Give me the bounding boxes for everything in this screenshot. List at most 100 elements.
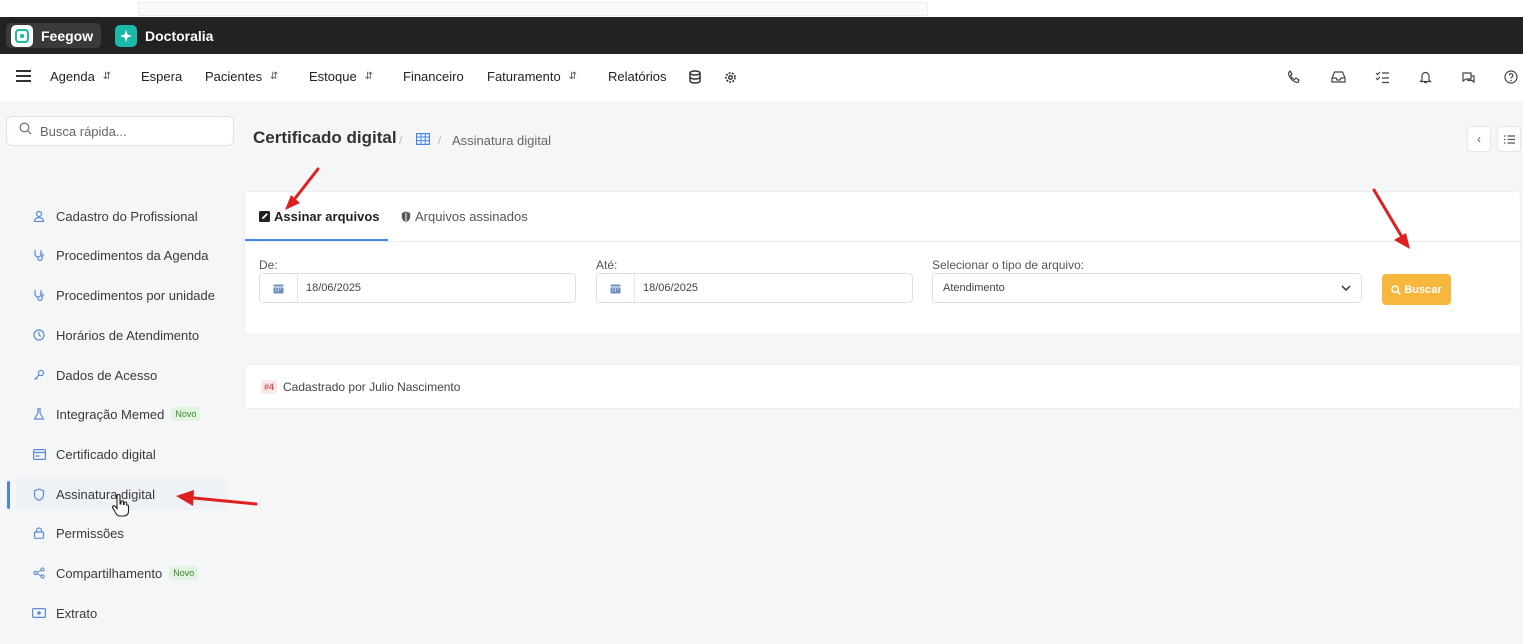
- sidebar-item-integracao-memed[interactable]: Integração Memed Novo: [16, 398, 228, 430]
- sidebar-item-dados-acesso[interactable]: Dados de Acesso: [16, 359, 228, 391]
- search-button[interactable]: Buscar: [1382, 274, 1451, 305]
- page-title: Certificado digital: [253, 128, 397, 147]
- inbox-icon[interactable]: [1329, 68, 1347, 86]
- stethoscope-icon: [32, 288, 46, 302]
- nav-agenda-label: Agenda: [50, 69, 95, 84]
- nav-agenda[interactable]: Agenda ⇵: [50, 69, 111, 84]
- background-window-strip: [0, 0, 1523, 17]
- lock-icon: [32, 526, 46, 540]
- sidebar-item-procedimentos-unidade[interactable]: Procedimentos por unidade: [16, 279, 228, 311]
- sidebar-item-permissoes[interactable]: Permissões: [16, 517, 228, 549]
- list-icon[interactable]: [1497, 126, 1521, 152]
- doctoralia-tab[interactable]: Doctoralia: [115, 23, 213, 48]
- chevron-left-icon[interactable]: ‹: [1467, 126, 1491, 152]
- nav-estoque[interactable]: Estoque ⇵: [309, 69, 373, 84]
- calendar-icon: [260, 274, 298, 302]
- stethoscope-icon: [32, 248, 46, 262]
- key-icon: [32, 368, 46, 382]
- tab-assinar-arquivos[interactable]: Assinar arquivos: [259, 209, 380, 224]
- flask-icon: [32, 407, 46, 421]
- quick-search-input[interactable]: [40, 123, 210, 139]
- tab-divider: [245, 241, 1522, 242]
- checklist-icon[interactable]: [1373, 68, 1391, 86]
- hand-cursor-icon: [111, 494, 130, 517]
- sidebar-item-extrato[interactable]: Extrato: [16, 597, 228, 629]
- chevron-updown-icon: ⇵: [568, 71, 578, 82]
- nav-espera[interactable]: Espera: [141, 69, 182, 84]
- sign-files-card: Assinar arquivos Arquivos assinados De: …: [244, 191, 1522, 335]
- table-icon[interactable]: [416, 132, 431, 146]
- sidebar-item-label: Permissões: [56, 525, 124, 541]
- feegow-logo-icon: [11, 24, 33, 47]
- nav-relatorios[interactable]: Relatórios: [608, 69, 667, 84]
- user-icon: [32, 209, 46, 223]
- file-type-value: Atendimento: [943, 282, 1005, 294]
- app-switcher-bar: Feegow Doctoralia: [0, 17, 1523, 66]
- breadcrumb: Assinatura digital: [452, 133, 551, 148]
- quick-search[interactable]: [6, 116, 234, 146]
- chat-icon[interactable]: [1459, 68, 1477, 86]
- gear-icon[interactable]: [721, 68, 739, 86]
- sidebar-item-compartilhamento[interactable]: Compartilhamento Novo: [16, 557, 228, 589]
- calendar-icon: [597, 274, 635, 302]
- sidebar-item-label: Procedimentos por unidade: [56, 287, 215, 303]
- money-icon: [32, 606, 46, 620]
- nav-pacientes-label: Pacientes: [205, 69, 263, 84]
- file-type-select[interactable]: Atendimento: [932, 273, 1362, 303]
- feegow-label: Feegow: [41, 27, 94, 44]
- from-date-label: De:: [259, 258, 278, 272]
- result-id-badge: #4: [261, 379, 278, 394]
- chevron-updown-icon: ⇵: [102, 71, 112, 82]
- tab-label: Arquivos assinados: [415, 209, 528, 224]
- feegow-tab[interactable]: Feegow: [6, 23, 102, 48]
- chevron-updown-icon: ⇵: [270, 71, 279, 82]
- sidebar-item-label: Compartilhamento: [56, 565, 163, 581]
- sidebar-item-label: Dados de Acesso: [56, 367, 158, 383]
- tab-label: Assinar arquivos: [274, 209, 380, 224]
- result-item[interactable]: #4 Cadastrado por Julio Nascimento: [244, 364, 1521, 409]
- to-date-input[interactable]: [643, 282, 843, 294]
- phone-icon[interactable]: [1285, 68, 1303, 86]
- sidebar-item-label: Horários de Atendimento: [56, 327, 200, 343]
- tab-arquivos-assinados[interactable]: Arquivos assinados: [401, 209, 528, 224]
- nav-pacientes[interactable]: Pacientes ⇵: [205, 69, 278, 84]
- breadcrumb-separator: /: [399, 133, 403, 147]
- sidebar-item-horarios-atendimento[interactable]: Horários de Atendimento: [16, 319, 228, 351]
- nav-estoque-label: Estoque: [309, 69, 357, 84]
- breadcrumb-separator: /: [438, 133, 442, 147]
- nav-financeiro-label: Financeiro: [403, 69, 464, 84]
- sidebar-item-cadastro-profissional[interactable]: Cadastro do Profissional: [16, 200, 228, 232]
- help-icon[interactable]: [1502, 68, 1520, 86]
- nav-faturamento[interactable]: Faturamento ⇵: [487, 69, 577, 84]
- to-date-label: Até:: [596, 258, 618, 272]
- nav-espera-label: Espera: [141, 69, 183, 84]
- shield-icon: [32, 487, 46, 501]
- background-window-bar: [138, 2, 928, 16]
- file-type-label: Selecionar o tipo de arquivo:: [932, 258, 1085, 272]
- nav-faturamento-label: Faturamento: [487, 69, 561, 84]
- clock-icon: [32, 328, 46, 342]
- bell-icon[interactable]: [1416, 68, 1434, 86]
- nav-relatorios-label: Relatórios: [608, 69, 667, 84]
- sidebar-item-label: Procedimentos da Agenda: [56, 247, 209, 263]
- chevron-down-icon: [1341, 282, 1351, 294]
- sidebar-item-label: Cadastro do Profissional: [56, 208, 198, 224]
- nav-financeiro[interactable]: Financeiro: [403, 69, 464, 84]
- sidebar-item-label: Integração Memed: [56, 406, 165, 422]
- doctoralia-label: Doctoralia: [145, 27, 214, 44]
- search-button-label: Buscar: [1404, 283, 1442, 296]
- from-date-field[interactable]: [259, 273, 576, 303]
- card-icon: [32, 447, 46, 461]
- search-icon: [19, 122, 32, 140]
- sidebar-item-procedimentos-agenda[interactable]: Procedimentos da Agenda: [16, 239, 228, 271]
- from-date-input[interactable]: [306, 282, 506, 294]
- doctoralia-logo-icon: [115, 24, 137, 47]
- new-badge: Novo: [171, 407, 201, 421]
- pen-square-icon: [259, 211, 270, 222]
- search-icon: [1391, 284, 1402, 295]
- to-date-field[interactable]: [596, 273, 913, 303]
- sidebar-item-certificado-digital[interactable]: Certificado digital: [16, 438, 228, 470]
- shield-icon: [401, 211, 411, 223]
- menu-icon[interactable]: [16, 70, 31, 82]
- database-icon[interactable]: [686, 68, 704, 86]
